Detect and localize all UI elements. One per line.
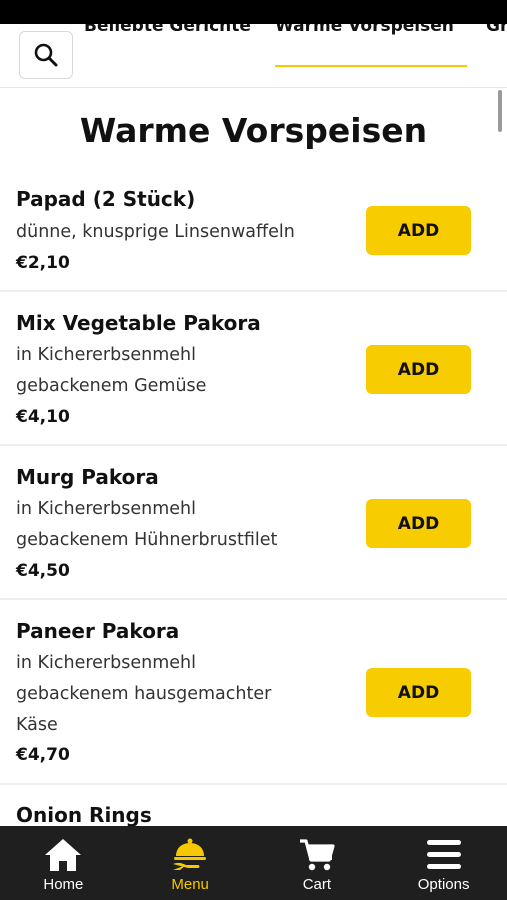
nav-home[interactable]: Home [0,826,127,900]
item-description-line: in Kichererbsenmehl [16,499,196,519]
item-description-line: in Kichererbsenmehl [16,345,196,365]
nav-label: Menu [171,876,209,893]
item-description: in Kichererbsenmehl gebackenem Gemüse [16,340,346,402]
nav-options[interactable]: Options [380,826,507,900]
item-description-line: gebackenem Hühnerbrustfilet [16,530,278,550]
nav-label: Cart [302,876,332,893]
menu-item: Mix Vegetable Pakora in Kichererbsenmehl… [0,292,507,446]
active-tab-indicator [275,65,467,67]
menu-cloche-icon [170,836,210,874]
category-tabs: Beliebte Gerichte Warme Vorspeisen Gr [80,24,507,44]
item-description-line: gebackenem Gemüse [16,376,207,396]
home-icon [43,836,83,874]
menu-item: Paneer Pakora in Kichererbsenmehl geback… [0,600,507,785]
item-name: Papad (2 Stück) [16,187,196,211]
item-price: €4,10 [16,407,70,427]
add-button[interactable]: ADD [366,668,471,717]
menu-item: Murg Pakora in Kichererbsenmehl gebacken… [0,446,507,600]
item-price: €4,50 [16,561,70,581]
item-description-line: in Kichererbsenmehl [16,653,196,673]
tab-next-category[interactable]: Gr [486,24,507,37]
menu-item: Onion Rings [0,785,507,826]
item-price: €4,70 [16,745,70,765]
top-bar: Beliebte Gerichte Warme Vorspeisen Gr [0,24,507,88]
item-description-line: dünne, knusprige Linsenwaffeln [16,222,295,242]
tab-warme-vorspeisen[interactable]: Warme Vorspeisen [275,24,454,37]
add-button[interactable]: ADD [366,345,471,394]
menu-item: Papad (2 Stück) dünne, knusprige Linsenw… [0,172,507,292]
item-description: dünne, knusprige Linsenwaffeln [16,217,346,248]
add-button[interactable]: ADD [366,206,471,255]
status-bar [0,0,507,24]
item-description: in Kichererbsenmehl gebackenem Hühnerbru… [16,494,346,556]
item-description-line: Käse [16,715,58,735]
nav-menu[interactable]: Menu [127,826,254,900]
nav-label: Options [417,876,470,893]
search-button[interactable] [19,31,73,79]
tab-beliebte-gerichte[interactable]: Beliebte Gerichte [84,24,251,37]
item-price: €2,10 [16,253,70,273]
options-hamburger-icon [424,836,464,874]
item-description-line: gebackenem hausgemachter [16,684,272,704]
item-description: in Kichererbsenmehl gebackenem hausgemac… [16,648,346,741]
item-name: Onion Rings [16,803,152,826]
item-name: Mix Vegetable Pakora [16,311,261,335]
cart-icon [297,836,337,874]
section-title: Warme Vorspeisen [79,111,428,150]
add-button[interactable]: ADD [366,499,471,548]
item-name: Murg Pakora [16,465,159,489]
nav-label: Home [43,876,84,893]
item-name: Paneer Pakora [16,619,180,643]
bottom-navigation: Home Menu Cart Options [0,826,507,900]
nav-cart[interactable]: Cart [254,826,381,900]
search-icon [34,43,58,67]
